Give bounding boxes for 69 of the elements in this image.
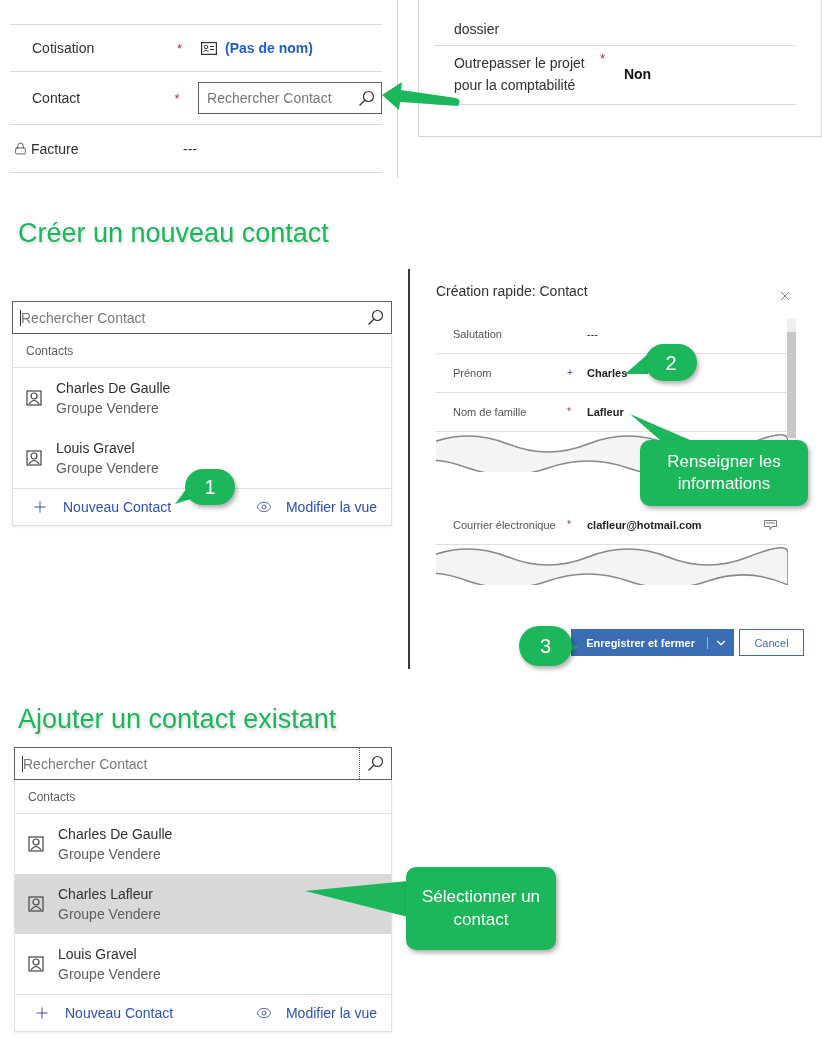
required-mark: * bbox=[567, 407, 571, 417]
field-value: clafleur@hotmail.com bbox=[587, 519, 703, 531]
close-button[interactable] bbox=[778, 289, 792, 303]
save-close-button[interactable]: Enregistrer et fermer bbox=[571, 629, 734, 656]
group-label: Contacts bbox=[28, 789, 76, 804]
required-mark: * bbox=[174, 91, 180, 105]
contact-name: Louis Gravel bbox=[56, 440, 136, 456]
cancel-button[interactable]: Cancel bbox=[739, 629, 804, 656]
change-view-link[interactable]: Modifier la vue bbox=[255, 499, 377, 515]
step-badge-tooltip: 3 bbox=[519, 626, 572, 666]
contact-account: Groupe Vendere bbox=[58, 846, 162, 862]
change-view-link[interactable]: Modifier la vue bbox=[255, 1005, 377, 1021]
search-icon bbox=[367, 755, 384, 772]
contact-name: Charles De Gaulle bbox=[58, 826, 173, 842]
plus-icon bbox=[31, 498, 49, 516]
required-mark: * bbox=[599, 52, 605, 68]
field-label: dossier bbox=[453, 20, 501, 39]
contact-icon bbox=[26, 450, 42, 466]
contact-icon bbox=[28, 836, 44, 852]
section-heading: Ajouter un contact existant bbox=[17, 704, 338, 735]
new-contact-link[interactable]: Nouveau Contact bbox=[33, 1004, 174, 1022]
field-label: Contact bbox=[32, 90, 81, 106]
contact-card-icon bbox=[201, 41, 217, 55]
search-field[interactable]: Rechercher Contact bbox=[14, 747, 392, 780]
contact-name: Louis Gravel bbox=[58, 946, 138, 962]
contact-account: Groupe Vendere bbox=[58, 906, 161, 922]
contact-account: Groupe Vendere bbox=[58, 966, 161, 982]
required-mark: * bbox=[567, 520, 571, 530]
field-value: --- bbox=[183, 140, 197, 157]
callout-pointer bbox=[630, 414, 690, 440]
field-label: Nom de famille bbox=[453, 406, 528, 418]
field-value: Non bbox=[623, 66, 652, 82]
scrollbar[interactable] bbox=[787, 318, 796, 438]
group-label: Contacts bbox=[26, 343, 74, 358]
search-icon bbox=[358, 89, 375, 107]
callout-tooltip: Sélectionner un contact bbox=[406, 867, 556, 950]
eye-icon bbox=[255, 1005, 272, 1021]
contact-option[interactable]: Charles De Gaulle Groupe Vendere bbox=[15, 814, 391, 874]
contact-icon bbox=[26, 390, 42, 406]
field-label: Cotisation bbox=[32, 40, 95, 56]
lookup-link[interactable]: (Pas de nom) bbox=[225, 40, 313, 56]
search-field[interactable]: Rechercher Contact bbox=[12, 301, 392, 334]
field-label: Salutation bbox=[453, 328, 503, 340]
contact-option[interactable]: Louis Gravel Groupe Vendere bbox=[15, 934, 391, 994]
contact-icon bbox=[28, 896, 44, 912]
email-icon bbox=[764, 520, 777, 530]
field-label: Prénom bbox=[453, 367, 493, 379]
contact-name: Charles Lafleur bbox=[58, 886, 154, 902]
contact-option[interactable]: Charles Lafleur Groupe Vendere bbox=[15, 874, 391, 934]
new-contact-link[interactable]: Nouveau Contact bbox=[31, 498, 172, 516]
field-value: Lafleur bbox=[587, 406, 625, 418]
contact-icon bbox=[28, 956, 44, 972]
section-heading: Créer un nouveau contact bbox=[17, 218, 330, 249]
contact-name: Charles De Gaulle bbox=[56, 380, 171, 396]
field-value: --- bbox=[587, 328, 599, 340]
field-label: Outrepasser le projet pour la comptabilité bbox=[453, 54, 586, 95]
contact-account: Groupe Vendere bbox=[56, 400, 160, 416]
contact-option[interactable]: Charles De Gaulle Groupe Vendere bbox=[13, 368, 391, 428]
search-icon bbox=[366, 309, 384, 326]
search-field[interactable]: Rechercher Contact bbox=[198, 82, 382, 114]
field-label: Facture bbox=[31, 140, 79, 157]
eye-icon bbox=[255, 499, 272, 515]
recommended-mark: + bbox=[567, 368, 573, 378]
contact-account: Groupe Vendere bbox=[56, 460, 159, 476]
field-value: Charles bbox=[587, 367, 629, 379]
dialog-title: Création rapide: Contact bbox=[436, 283, 588, 299]
plus-icon bbox=[33, 1004, 51, 1022]
field-label: Courrier électronique bbox=[453, 519, 557, 531]
required-mark: * bbox=[177, 41, 183, 55]
